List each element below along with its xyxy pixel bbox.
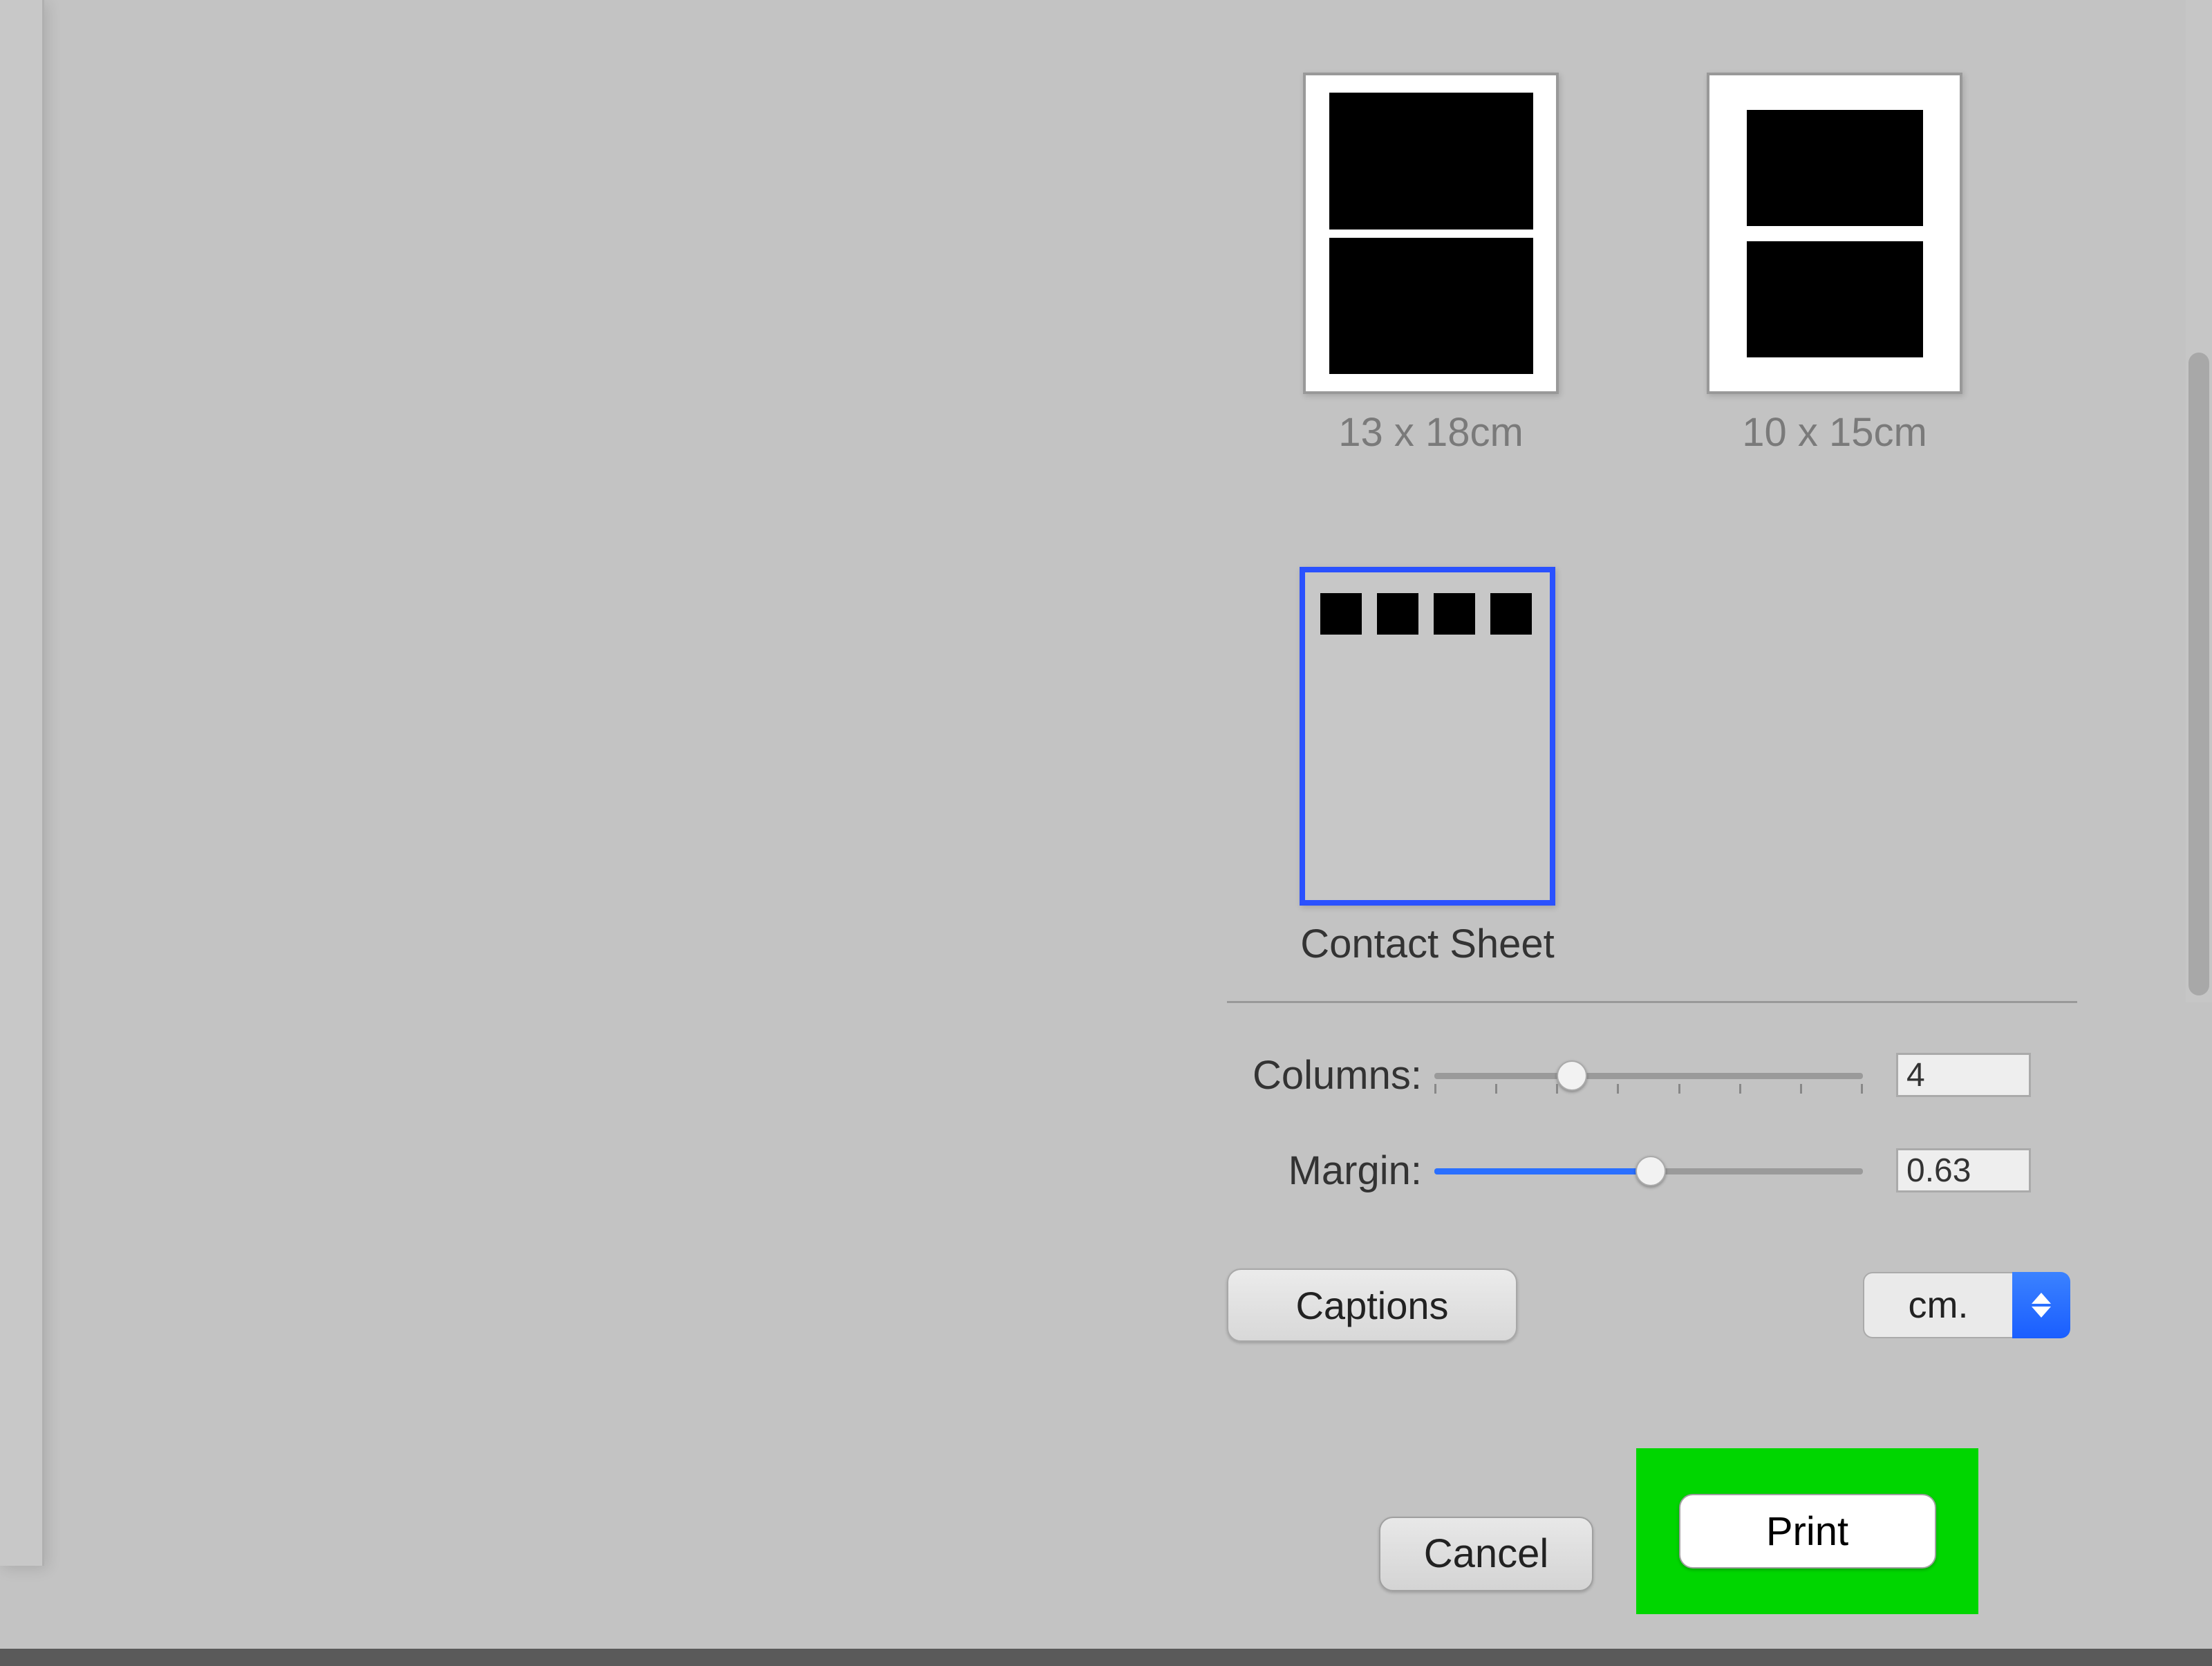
margin-slider[interactable] (1434, 1153, 1863, 1188)
layout-thumb-contact-sheet (1300, 567, 1555, 906)
layout-scrollbar-track[interactable] (2186, 0, 2212, 1002)
layout-label-contact-sheet: Contact Sheet (1300, 921, 1555, 967)
layout-label-10x15: 10 x 15cm (1742, 409, 1927, 456)
unit-label: cm. (1863, 1272, 2012, 1338)
layout-option-10x15[interactable]: 10 x 15cm (1707, 73, 1962, 456)
unit-select[interactable]: cm. (1863, 1272, 2070, 1338)
captions-button[interactable]: Captions (1227, 1269, 1517, 1342)
columns-slider[interactable] (1434, 1058, 1863, 1092)
background-window-edge (0, 0, 44, 1566)
margin-value-field[interactable]: 0.63 (1896, 1148, 2031, 1192)
layout-option-13x18[interactable]: 13 x 18cm (1303, 73, 1559, 456)
layout-option-contact-sheet[interactable]: Contact Sheet (1300, 567, 1555, 967)
print-button-highlight: Print (1636, 1448, 1978, 1614)
cancel-button[interactable]: Cancel (1379, 1517, 1593, 1591)
chevron-down-icon (2032, 1307, 2051, 1318)
columns-value-field[interactable]: 4 (1896, 1053, 2031, 1097)
columns-label: Columns: (1227, 1052, 1434, 1098)
margin-label: Margin: (1227, 1148, 1434, 1194)
layout-thumb-13x18 (1303, 73, 1559, 394)
margin-row: Margin: 0.63 (1227, 1146, 2070, 1195)
layout-divider (1227, 1001, 2077, 1003)
columns-row: Columns: 4 (1227, 1051, 2070, 1099)
unit-stepper-icon[interactable] (2012, 1272, 2070, 1338)
layout-scrollbar-thumb[interactable] (2188, 353, 2209, 995)
layout-label-13x18: 13 x 18cm (1338, 409, 1524, 456)
layout-thumb-10x15 (1707, 73, 1962, 394)
bottom-bar (0, 1649, 2212, 1666)
print-button[interactable]: Print (1679, 1494, 1936, 1569)
margin-slider-knob[interactable] (1635, 1156, 1666, 1186)
chevron-up-icon (2032, 1293, 2051, 1304)
